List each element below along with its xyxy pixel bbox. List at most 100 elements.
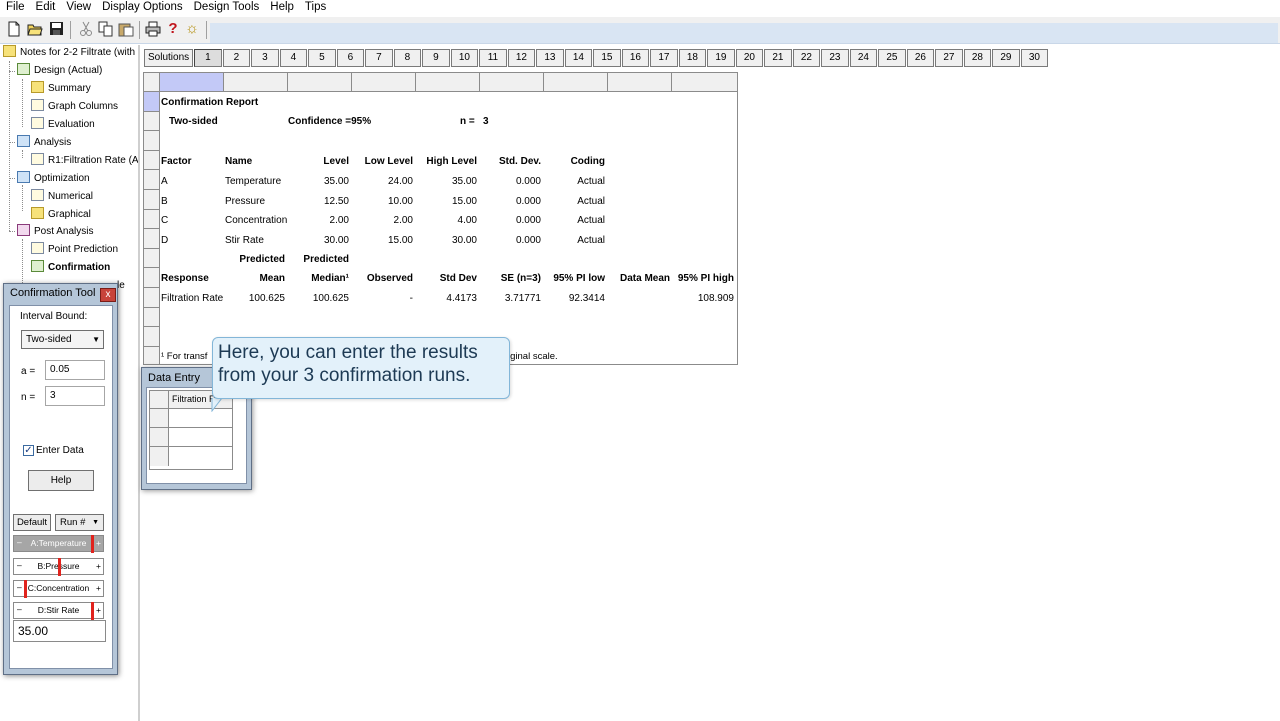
solution-tab-20[interactable]: 20 [735, 49, 764, 67]
report-row-header-cell[interactable] [144, 268, 159, 288]
solution-tab-10[interactable]: 10 [450, 49, 479, 67]
tree-item-design[interactable]: Design (Actual) [17, 63, 102, 79]
data-entry-row-header[interactable] [150, 447, 168, 466]
report-row-header-cell[interactable] [144, 229, 159, 249]
tree-item-graph-columns[interactable]: Graph Columns [31, 99, 118, 115]
report-row-header-cell[interactable] [144, 249, 159, 269]
default-button[interactable]: Default [13, 514, 51, 531]
solution-tab-19[interactable]: 19 [707, 49, 735, 67]
factor-slider[interactable]: – C:Concentration + [13, 580, 104, 598]
solution-tab-5[interactable]: 5 [308, 49, 336, 67]
solution-tab-14[interactable]: 14 [564, 49, 593, 67]
factor-value-field[interactable]: 35.00 [13, 620, 106, 642]
report-column-header-cell[interactable] [416, 73, 480, 91]
tree-item-graphical[interactable]: Graphical [31, 207, 91, 223]
solution-tab-29[interactable]: 29 [992, 49, 1020, 67]
copy-icon[interactable] [98, 21, 114, 37]
slider-marker[interactable] [91, 535, 94, 553]
solution-tab-13[interactable]: 13 [536, 49, 564, 67]
report-column-header-cell[interactable] [160, 73, 224, 91]
tree-item-r1[interactable]: R1:Filtration Rate (A [31, 153, 138, 169]
slider-marker[interactable] [57, 558, 61, 576]
slider-minus-icon[interactable]: – [17, 558, 22, 573]
slider-plus-icon[interactable]: + [96, 536, 101, 551]
menu-view[interactable]: View [60, 0, 96, 16]
report-row-header-cell[interactable] [144, 347, 159, 364]
solution-tab-15[interactable]: 15 [593, 49, 621, 67]
tree-item-notes[interactable]: Notes for 2-2 Filtrate (with [3, 45, 135, 61]
tips-icon[interactable]: ☼ [184, 21, 200, 37]
report-row-header-cell[interactable] [144, 151, 159, 171]
solution-tab-11[interactable]: 11 [479, 49, 507, 67]
report-row-header-cell[interactable] [144, 308, 159, 328]
report-row-header-cell[interactable] [144, 288, 159, 308]
solution-tab-8[interactable]: 8 [393, 49, 422, 67]
tree-item-analysis[interactable]: Analysis [17, 135, 71, 151]
tree-item-evaluation[interactable]: Evaluation [31, 117, 95, 133]
report-column-header-cell[interactable] [544, 73, 608, 91]
help-icon[interactable]: ? [165, 21, 181, 37]
new-file-icon[interactable] [6, 21, 22, 37]
report-column-header-cell[interactable] [672, 73, 737, 91]
open-folder-icon[interactable] [27, 21, 43, 37]
alpha-input[interactable]: 0.05 [45, 360, 105, 380]
slider-plus-icon[interactable]: + [96, 559, 101, 574]
factor-slider[interactable]: – A:Temperature + [13, 535, 104, 553]
solution-tab-9[interactable]: 9 [422, 49, 450, 67]
slider-plus-icon[interactable]: + [96, 581, 101, 596]
menu-display-options[interactable]: Display Options [96, 0, 188, 16]
solution-tab-24[interactable]: 24 [849, 49, 878, 67]
solution-tab-6[interactable]: 6 [336, 49, 365, 67]
solution-tab-28[interactable]: 28 [963, 49, 992, 67]
factor-slider[interactable]: – D:Stir Rate + [13, 602, 104, 620]
tree-item-numerical[interactable]: Numerical [31, 189, 93, 205]
solution-tab-1[interactable]: 1 [194, 49, 222, 67]
cut-icon[interactable] [78, 21, 94, 37]
slider-minus-icon[interactable]: – [17, 602, 22, 617]
menu-help[interactable]: Help [264, 0, 299, 16]
tree-item-summary[interactable]: Summary [31, 81, 91, 97]
n-input[interactable]: 3 [45, 386, 105, 406]
tree-item-confirmation[interactable]: Confirmation [31, 260, 110, 276]
solution-tab-12[interactable]: 12 [507, 49, 536, 67]
tree-item-optimization[interactable]: Optimization [17, 171, 90, 187]
solution-tab-7[interactable]: 7 [365, 49, 393, 67]
report-row-header-cell[interactable] [144, 190, 159, 210]
report-row-header-cell[interactable] [144, 210, 159, 230]
report-column-header-cell[interactable] [288, 73, 352, 91]
menu-file[interactable]: File [0, 0, 30, 16]
solution-tab-3[interactable]: 3 [251, 49, 279, 67]
tree-item-partial[interactable]: le [117, 278, 125, 294]
slider-minus-icon[interactable]: – [17, 580, 22, 595]
close-icon[interactable]: x [100, 288, 116, 302]
solution-tab-4[interactable]: 4 [279, 49, 308, 67]
save-icon[interactable] [48, 21, 64, 37]
solution-tab-16[interactable]: 16 [621, 49, 650, 67]
solution-tab-25[interactable]: 25 [878, 49, 906, 67]
enter-data-checkbox[interactable]: ✓ [23, 445, 34, 456]
solution-tab-18[interactable]: 18 [678, 49, 707, 67]
solution-tab-26[interactable]: 26 [906, 49, 935, 67]
paste-icon[interactable] [118, 21, 134, 37]
solution-tab-22[interactable]: 22 [792, 49, 821, 67]
menu-edit[interactable]: Edit [30, 0, 61, 16]
help-button[interactable]: Help [28, 470, 94, 491]
solution-tab-27[interactable]: 27 [935, 49, 963, 67]
solution-tab-23[interactable]: 23 [821, 49, 849, 67]
report-row-header-cell[interactable] [144, 92, 159, 112]
menu-tips[interactable]: Tips [299, 0, 331, 16]
menu-design-tools[interactable]: Design Tools [188, 0, 265, 16]
tree-item-post-analysis[interactable]: Post Analysis [17, 224, 93, 240]
slider-marker[interactable] [24, 580, 27, 598]
report-column-header-cell[interactable] [480, 73, 544, 91]
report-column-header-cell[interactable] [608, 73, 672, 91]
report-row-header-cell[interactable] [144, 327, 159, 347]
report-column-header-cell[interactable] [352, 73, 416, 91]
tree-item-point-prediction[interactable]: Point Prediction [31, 242, 118, 258]
report-row-header-cell[interactable] [144, 170, 159, 190]
report-row-header-cell[interactable] [144, 131, 159, 151]
data-entry-cell[interactable] [168, 447, 232, 466]
data-entry-row-header[interactable] [150, 428, 168, 447]
solution-tab-30[interactable]: 30 [1020, 49, 1049, 67]
interval-bound-select[interactable]: Two-sided ▼ [21, 330, 104, 349]
